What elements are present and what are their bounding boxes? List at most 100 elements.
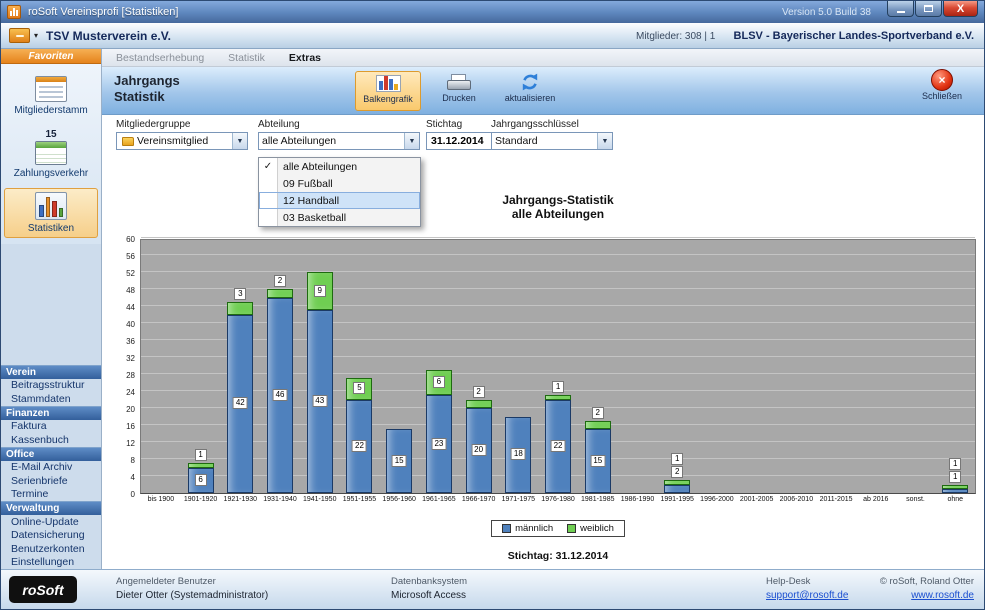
drucken-button[interactable]: Drucken bbox=[432, 71, 486, 111]
maximize-button[interactable] bbox=[915, 1, 942, 17]
sidebar-item-mitgliederstamm[interactable]: Mitgliederstamm bbox=[4, 72, 98, 120]
user-label: Angemeldeter Benutzer bbox=[116, 576, 268, 587]
statistics-icon bbox=[35, 192, 67, 220]
dropdown-option-09-fu-ball[interactable]: 09 Fußball bbox=[259, 175, 420, 192]
sidebar-item-stammdaten[interactable]: Stammdaten bbox=[1, 392, 101, 406]
close-icon: × bbox=[931, 69, 953, 91]
sidebar-item-faktura[interactable]: Faktura bbox=[1, 420, 101, 434]
stacked-bar bbox=[664, 480, 690, 493]
weiblich-bar-segment bbox=[227, 302, 253, 315]
club-name: TSV Musterverein e.V. bbox=[46, 29, 171, 43]
website-link[interactable]: www.rosoft.de bbox=[880, 590, 974, 601]
aktualisieren-button[interactable]: aktualisieren bbox=[494, 71, 566, 111]
sidebar-item-label: Mitgliederstamm bbox=[14, 105, 87, 116]
abteilung-value: alle Abteilungen bbox=[262, 135, 336, 147]
sidebar-item-datensicherung[interactable]: Datensicherung bbox=[1, 529, 101, 543]
abteilung-select[interactable]: alle Abteilungen ▼ bbox=[258, 132, 420, 150]
sidebar-item-zahlungsverkehr[interactable]: 15 Zahlungsverkehr bbox=[4, 125, 98, 183]
federation-name: BLSV - Bayerischer Landes-Sportverband e… bbox=[734, 30, 974, 42]
favorites-header: Favoriten bbox=[1, 49, 101, 64]
abteilung-label: Abteilung bbox=[258, 119, 420, 130]
y-axis-label: 12 bbox=[126, 439, 135, 448]
weiblich-bar-segment bbox=[267, 289, 293, 298]
gridline bbox=[141, 254, 975, 255]
club-drawer-icon[interactable] bbox=[9, 28, 30, 43]
bar-value-label: 6 bbox=[433, 376, 445, 388]
sidebar-section-finanzen: Finanzen bbox=[1, 406, 101, 420]
statistics-panel: Mitgliedergruppe Vereinsmitglied ▼ Abtei… bbox=[102, 115, 984, 569]
y-axis-label: 16 bbox=[126, 422, 135, 431]
sidebar-item-statistiken[interactable]: Statistiken bbox=[4, 188, 98, 238]
schliessen-button[interactable]: × Schließen bbox=[914, 69, 970, 113]
balkengrafik-button[interactable]: Balkengrafik bbox=[355, 71, 421, 111]
chart: Jahrgangs-Statistik alle Abteilungen 048… bbox=[114, 193, 976, 562]
abteilung-dropdown-list: ✓alle Abteilungen09 Fußball12 Handball03… bbox=[258, 157, 421, 227]
balkengrafik-label: Balkengrafik bbox=[363, 94, 413, 104]
printer-icon bbox=[447, 74, 471, 90]
sidebar-item-kassenbuch[interactable]: Kassenbuch bbox=[1, 433, 101, 447]
bar-value-label: 15 bbox=[590, 455, 605, 467]
maennlich-bar-segment bbox=[942, 489, 968, 493]
bar-group-1901-1920: 611901-1920 bbox=[181, 240, 221, 493]
bar-group-sonst: sonst. bbox=[896, 240, 936, 493]
y-axis-label: 44 bbox=[126, 303, 135, 312]
sidebar-item-serienbriefe[interactable]: Serienbriefe bbox=[1, 474, 101, 488]
menu-statistik[interactable]: Statistik bbox=[228, 52, 265, 64]
bar-group-1981-1985: 1521981-1985 bbox=[578, 240, 618, 493]
weiblich-bar-segment bbox=[466, 400, 492, 409]
sidebar-item-benutzerkonten[interactable]: Benutzerkonten bbox=[1, 542, 101, 556]
bar-group-2006-2010: 2006-2010 bbox=[777, 240, 817, 493]
dropdown-option-alle-abteilungen[interactable]: ✓alle Abteilungen bbox=[259, 158, 420, 175]
club-bar: ▾ TSV Musterverein e.V. Mitglieder: 308 … bbox=[1, 23, 984, 49]
bar-group-1986-1990: 1986-1990 bbox=[618, 240, 658, 493]
bar-value-label: 15 bbox=[392, 455, 407, 467]
y-axis-label: 24 bbox=[126, 388, 135, 397]
bar-value-label: 42 bbox=[233, 397, 248, 409]
menu-bestandserhebung[interactable]: Bestandserhebung bbox=[116, 52, 204, 64]
mitgliedergruppe-select[interactable]: Vereinsmitglied ▼ bbox=[116, 132, 248, 150]
stichtag-input[interactable]: 31.12.2014 bbox=[426, 132, 500, 150]
chevron-down-icon[interactable]: ▾ bbox=[34, 31, 38, 40]
bar-value-label: 2 bbox=[671, 466, 683, 478]
y-axis-label: 20 bbox=[126, 405, 135, 414]
minimize-button[interactable] bbox=[887, 1, 914, 17]
jahrgangsschluessel-label: Jahrgangsschlüssel bbox=[491, 119, 613, 130]
sidebar-item-einstellungen[interactable]: Einstellungen bbox=[1, 556, 101, 570]
main-content: Bestandserhebung Statistik Extras Jahrgang… bbox=[102, 49, 984, 569]
page-title-line1: Jahrgangs bbox=[114, 73, 180, 89]
helpdesk-label: Help-Desk bbox=[766, 576, 848, 587]
sidebar-item-online-update[interactable]: Online-Update bbox=[1, 515, 101, 529]
bar-value-label: 5 bbox=[353, 382, 365, 394]
close-window-button[interactable]: X bbox=[943, 1, 978, 17]
statusbar: roSoft Angemeldeter Benutzer Dieter Otte… bbox=[1, 569, 984, 609]
dropdown-option-12-handball[interactable]: 12 Handball bbox=[259, 192, 420, 209]
y-axis-label: 8 bbox=[131, 456, 135, 465]
helpdesk-email-link[interactable]: support@rosoft.de bbox=[766, 590, 848, 601]
sidebar-item-beitragsstruktur[interactable]: Beitragsstruktur bbox=[1, 379, 101, 393]
app-icon bbox=[7, 5, 21, 19]
maennlich-color-swatch bbox=[502, 524, 511, 533]
bar-value-label: 6 bbox=[195, 474, 207, 486]
bar-group-2001-2005: 2001-2005 bbox=[737, 240, 777, 493]
sidebar-item-e-mail-archiv[interactable]: E-Mail Archiv bbox=[1, 461, 101, 475]
checkmark-icon: ✓ bbox=[259, 158, 278, 175]
bar-value-label: 23 bbox=[431, 438, 446, 450]
menu-extras[interactable]: Extras bbox=[289, 52, 321, 64]
sidebar-item-termine[interactable]: Termine bbox=[1, 488, 101, 502]
y-axis-label: 56 bbox=[126, 252, 135, 261]
jahrgangsschluessel-select[interactable]: Standard ▼ bbox=[491, 132, 613, 150]
bar-value-label: 46 bbox=[273, 389, 288, 401]
bar-group-bis-1900: bis 1900 bbox=[141, 240, 181, 493]
filter-abteilung: Abteilung alle Abteilungen ▼ bbox=[258, 119, 420, 150]
refresh-icon bbox=[520, 72, 540, 92]
dropdown-option-03-basketball[interactable]: 03 Basketball bbox=[259, 209, 420, 226]
bar-value-label: 3 bbox=[234, 288, 246, 300]
bar-value-label: 1 bbox=[552, 381, 564, 393]
members-icon bbox=[35, 76, 67, 102]
bar-value-label: 20 bbox=[471, 444, 486, 456]
y-axis-label: 32 bbox=[126, 354, 135, 363]
titlebar: roSoft Vereinsprofi [Statistiken] Versio… bbox=[1, 1, 984, 23]
rosoft-logo: roSoft bbox=[9, 576, 77, 603]
minimize-icon bbox=[897, 11, 905, 13]
sidebar-section-verwaltung: Verwaltung bbox=[1, 501, 101, 515]
